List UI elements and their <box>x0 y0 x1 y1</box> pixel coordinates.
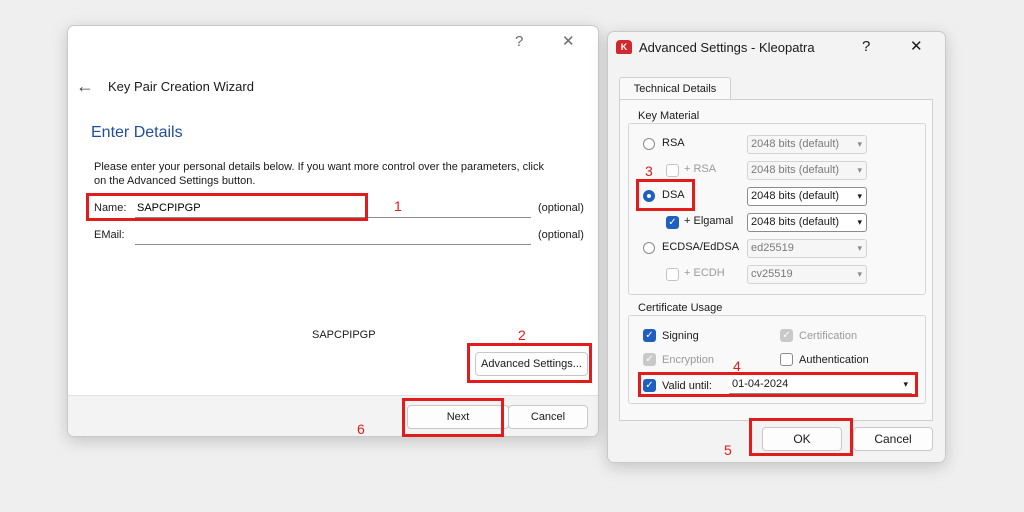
plus-rsa-checkbox[interactable] <box>666 164 679 177</box>
cancel-button[interactable]: Cancel <box>508 405 588 429</box>
close-button[interactable]: ✕ <box>910 37 923 57</box>
help-button[interactable]: ? <box>515 32 523 52</box>
elgamal-label: + Elgamal <box>684 215 734 227</box>
chevron-down-icon: ▾ <box>857 243 862 253</box>
elgamal-checkbox[interactable]: ✓ <box>666 216 679 229</box>
email-input[interactable] <box>135 225 531 245</box>
email-optional-label: (optional) <box>538 229 584 241</box>
key-material-legend: Key Material <box>636 110 702 122</box>
authentication-checkbox[interactable] <box>780 353 793 366</box>
wizard-title: Key Pair Creation Wizard <box>108 79 254 94</box>
kleopatra-app-icon: K <box>616 40 632 54</box>
chevron-down-icon: ▾ <box>857 191 862 201</box>
plus-rsa-label: + RSA <box>684 163 717 175</box>
chevron-down-icon: ▾ <box>857 139 862 149</box>
encryption-label: Encryption <box>662 354 714 366</box>
encryption-checkbox[interactable]: ✓ <box>643 353 656 366</box>
annotation-number-3: 3 <box>645 163 653 179</box>
annotation-number-4: 4 <box>733 358 741 374</box>
signing-label: Signing <box>662 330 699 342</box>
email-label: EMail: <box>94 229 125 241</box>
certification-checkbox[interactable]: ✓ <box>780 329 793 342</box>
annotation-number-1: 1 <box>394 198 402 214</box>
tab-technical-details[interactable]: Technical Details <box>619 77 731 100</box>
rsa-label: RSA <box>662 137 685 149</box>
annotation-box-ok <box>749 418 853 456</box>
advanced-settings-window: K Advanced Settings - Kleopatra ? ✕ Tech… <box>607 31 946 463</box>
ecdh-curve-select[interactable]: cv25519 ▾ <box>747 265 867 284</box>
annotation-box-valid-until <box>638 372 918 397</box>
ecdh-label: + ECDH <box>684 267 725 279</box>
ecdsa-label: ECDSA/EdDSA <box>662 241 740 253</box>
elgamal-bits-select[interactable]: 2048 bits (default) ▾ <box>747 213 867 232</box>
rsa-radio[interactable] <box>643 138 655 150</box>
annotation-box-dsa <box>636 179 695 211</box>
cancel-button[interactable]: Cancel <box>853 427 933 451</box>
close-button[interactable]: ✕ <box>562 32 575 52</box>
annotation-box-next <box>402 398 504 437</box>
description-line-1: Please enter your personal details below… <box>94 161 545 173</box>
annotation-number-2: 2 <box>518 327 526 343</box>
dsa-bits-select[interactable]: 2048 bits (default) ▾ <box>747 187 867 206</box>
certificate-usage-legend: Certificate Usage <box>636 302 725 314</box>
certification-label: Certification <box>799 330 858 342</box>
annotation-box-advanced-settings <box>467 343 592 383</box>
ecdsa-radio[interactable] <box>643 242 655 254</box>
name-preview: SAPCPIPGP <box>312 329 376 341</box>
chevron-down-icon: ▾ <box>857 217 862 227</box>
annotation-number-6: 6 <box>357 421 365 437</box>
authentication-label: Authentication <box>799 354 869 366</box>
page-heading: Enter Details <box>91 124 183 141</box>
plus-rsa-bits-select[interactable]: 2048 bits (default) ▾ <box>747 161 867 180</box>
chevron-down-icon: ▾ <box>857 165 862 175</box>
annotation-number-5: 5 <box>724 442 732 458</box>
signing-checkbox[interactable]: ✓ <box>643 329 656 342</box>
chevron-down-icon: ▾ <box>857 269 862 279</box>
description-line-2: on the Advanced Settings button. <box>94 175 256 187</box>
back-arrow-icon[interactable]: ← <box>76 76 94 97</box>
dialog-title: Advanced Settings - Kleopatra <box>639 40 815 55</box>
ecdsa-curve-select[interactable]: ed25519 ▾ <box>747 239 867 258</box>
name-optional-label: (optional) <box>538 202 584 214</box>
help-button[interactable]: ? <box>862 37 870 57</box>
rsa-bits-select[interactable]: 2048 bits (default) ▾ <box>747 135 867 154</box>
ecdh-checkbox[interactable] <box>666 268 679 281</box>
annotation-box-name <box>86 193 368 221</box>
